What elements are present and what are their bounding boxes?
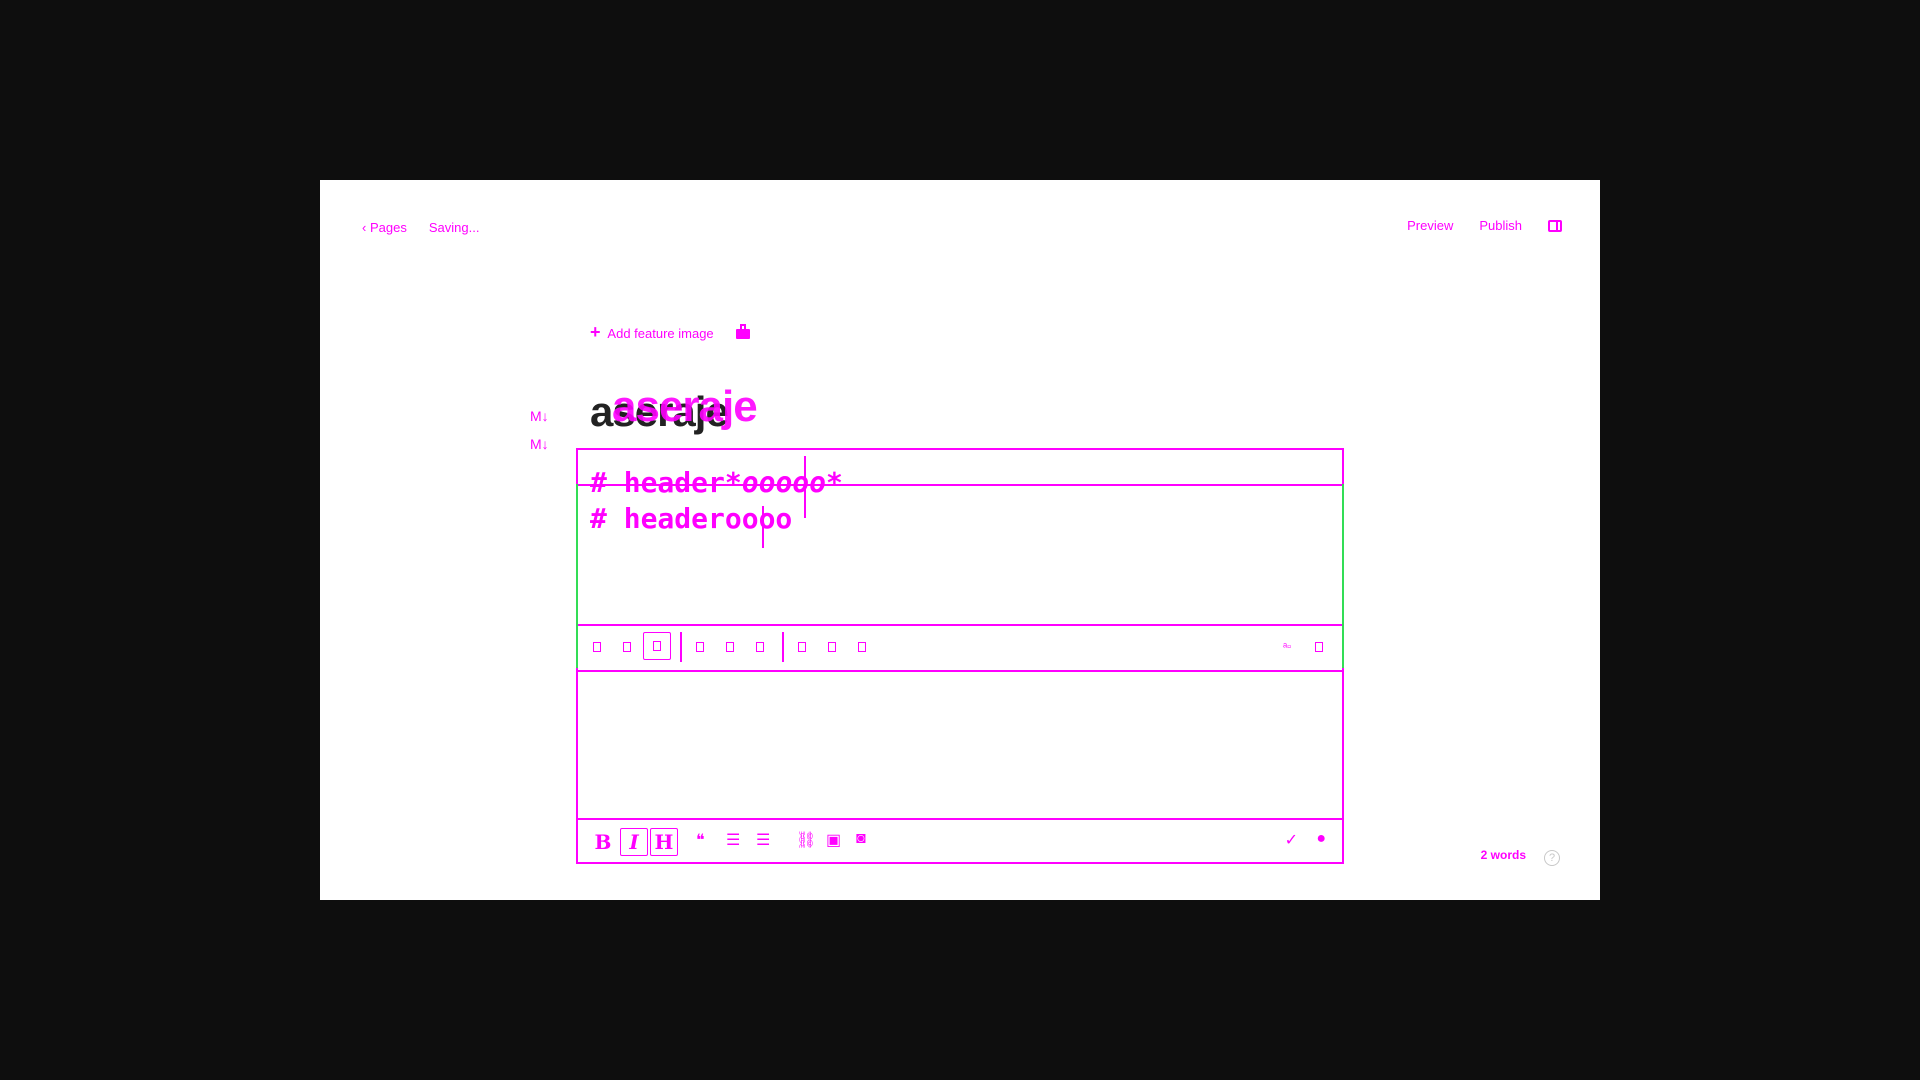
bold-icon[interactable] [588, 638, 606, 656]
publish-button[interactable]: Publish [1479, 218, 1522, 233]
topbar-right: Preview Publish [1407, 218, 1562, 233]
image-icon[interactable] [823, 638, 841, 656]
question-icon[interactable]: ? [1544, 850, 1560, 866]
help-icon[interactable] [1310, 638, 1328, 656]
italic-button[interactable]: I [620, 828, 648, 856]
spellcheck-icon[interactable]: ᵃ▫ [1278, 638, 1296, 656]
save-status: Saving... [428, 220, 480, 235]
numbered-list-icon[interactable] [751, 638, 769, 656]
post-title-overlay: aseraje [612, 382, 758, 431]
chevron-left-icon: ‹ [362, 220, 367, 235]
back-to-pages-link[interactable]: ‹ Pages [362, 220, 407, 235]
quote-icon[interactable]: ❝ [696, 830, 705, 850]
feature-image-row: + Add feature image [590, 322, 750, 343]
editor-window: ‹ Pages Saving... Preview Publish + Add … [320, 180, 1600, 900]
lock-icon[interactable] [735, 324, 750, 339]
markdown-icon: M↓ [530, 436, 549, 452]
plus-icon: + [590, 322, 601, 342]
card-icon[interactable]: ◙ [856, 830, 866, 848]
numbered-list-icon[interactable]: ☰ [756, 830, 770, 850]
post-title-field[interactable]: aseraje aseraje [590, 380, 790, 440]
card-icon[interactable] [853, 638, 871, 656]
divider [680, 632, 682, 662]
text-caret [762, 506, 764, 548]
preview-button[interactable]: Preview [1407, 218, 1453, 233]
link-icon[interactable] [793, 638, 811, 656]
spellcheck-icon[interactable]: ✓ [1285, 830, 1298, 850]
italic-icon[interactable] [618, 638, 636, 656]
add-feature-image-button[interactable]: + Add feature image [590, 322, 714, 343]
image-icon[interactable]: ▣ [826, 830, 841, 850]
text-caret [804, 456, 806, 518]
markdown-icon: M↓ [530, 408, 549, 424]
heading-icon[interactable] [643, 632, 671, 660]
topbar-left: ‹ Pages Saving... [362, 220, 479, 235]
bullet-list-icon[interactable] [721, 638, 739, 656]
bullet-list-icon[interactable]: ☰ [726, 830, 740, 850]
editor-toolbar-secondary: B I H ❝ ☰ ☰ ⛓ ▣ ◙ ✓ ● [578, 818, 1342, 862]
back-label: Pages [369, 220, 407, 235]
bold-button[interactable]: B [592, 828, 614, 856]
quote-icon[interactable] [691, 638, 709, 656]
help-icon[interactable]: ● [1316, 830, 1326, 848]
add-feature-image-label: Add feature image [607, 326, 714, 341]
link-icon[interactable]: ⛓ [796, 830, 816, 850]
markdown-editor[interactable]: # header*ooooo* # headeroooo ᵃ▫ B I H ❝ … [576, 448, 1344, 864]
editor-toolbar: ᵃ▫ [578, 624, 1342, 672]
heading-button[interactable]: H [650, 828, 678, 856]
word-count: 2 words [1480, 848, 1526, 862]
divider [782, 632, 784, 662]
sidebar-toggle-icon[interactable] [1548, 219, 1562, 232]
